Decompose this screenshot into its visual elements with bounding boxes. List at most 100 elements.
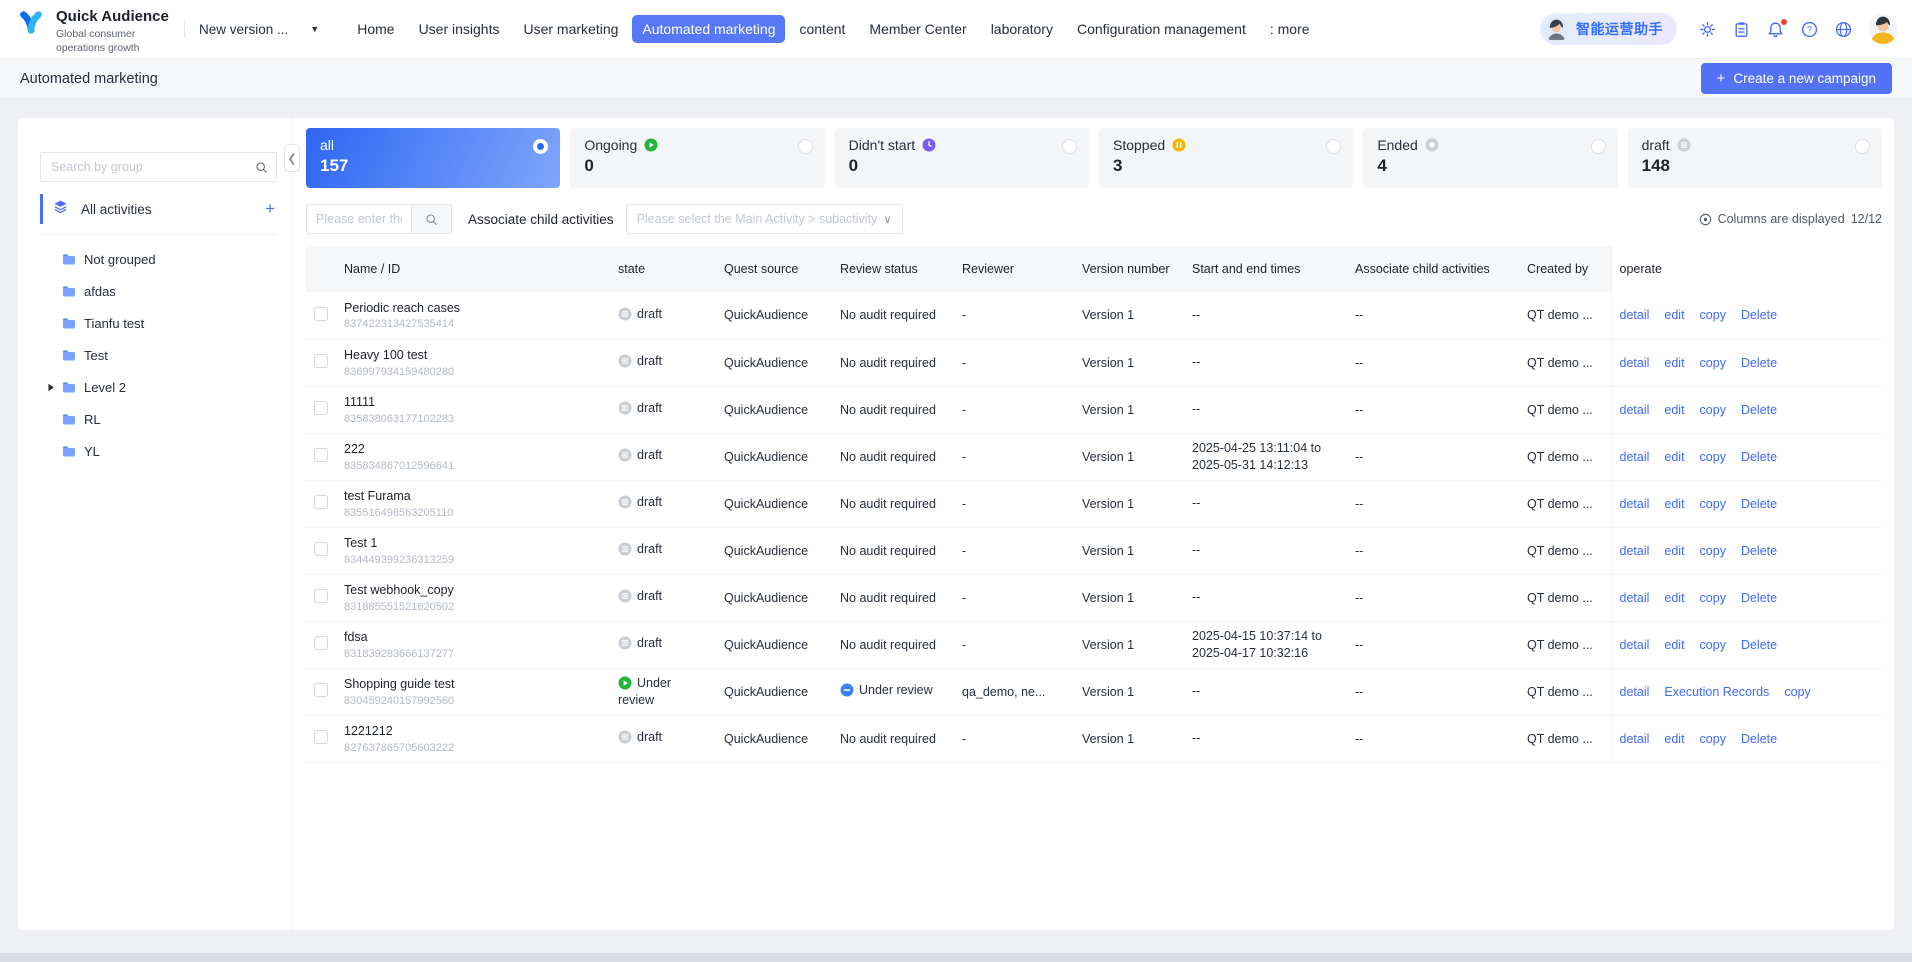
action-edit[interactable]: edit — [1664, 591, 1684, 605]
action-detail[interactable]: detail — [1620, 638, 1650, 652]
action-edit[interactable]: edit — [1664, 732, 1684, 746]
row-checkbox[interactable] — [314, 307, 328, 321]
action-copy[interactable]: copy — [1700, 450, 1726, 464]
group-search-input[interactable] — [51, 160, 255, 174]
nav-content[interactable]: content — [789, 15, 855, 43]
action-copy[interactable]: copy — [1700, 638, 1726, 652]
nav-automated-marketing[interactable]: Automated marketing — [632, 15, 785, 43]
status-card-didn-t-start[interactable]: Didn't start0 — [835, 128, 1089, 188]
action-detail[interactable]: detail — [1620, 308, 1650, 322]
settings-icon[interactable] — [1699, 21, 1716, 38]
status-card-ongoing[interactable]: Ongoing0 — [570, 128, 824, 188]
action-edit[interactable]: edit — [1664, 403, 1684, 417]
create-campaign-button[interactable]: + Create a new campaign — [1701, 63, 1892, 94]
nav-more[interactable]: : more — [1260, 15, 1320, 43]
campaign-name[interactable]: fdsa — [344, 629, 602, 645]
action-detail[interactable]: detail — [1620, 732, 1650, 746]
campaign-name[interactable]: 222 — [344, 441, 602, 457]
campaign-name[interactable]: Test 1 — [344, 535, 602, 551]
notifications-icon[interactable] — [1767, 21, 1784, 38]
version-selector[interactable]: New version ... ▼ — [199, 22, 319, 37]
add-group-button[interactable]: + — [265, 199, 275, 219]
nav-configuration-management[interactable]: Configuration management — [1067, 15, 1256, 43]
status-card-radio[interactable] — [798, 139, 813, 154]
campaign-name[interactable]: 1221212 — [344, 723, 602, 739]
action-detail[interactable]: detail — [1620, 450, 1650, 464]
sidebar-group-rl[interactable]: RL — [62, 403, 277, 435]
campaign-name[interactable]: test Furama — [344, 488, 602, 504]
action-copy[interactable]: copy — [1700, 497, 1726, 511]
row-checkbox[interactable] — [314, 589, 328, 603]
status-card-stopped[interactable]: Stopped3 — [1099, 128, 1353, 188]
sidebar-group-afdas[interactable]: afdas — [62, 275, 277, 307]
action-detail[interactable]: detail — [1620, 403, 1650, 417]
action-edit[interactable]: edit — [1664, 450, 1684, 464]
campaign-name[interactable]: Periodic reach cases — [344, 300, 602, 316]
main-activity-select[interactable]: Please select the Main Activity > subact… — [626, 204, 903, 234]
action-edit[interactable]: edit — [1664, 638, 1684, 652]
nav-member-center[interactable]: Member Center — [859, 15, 976, 43]
action-delete[interactable]: Delete — [1741, 356, 1777, 370]
campaign-name[interactable]: Heavy 100 test — [344, 347, 602, 363]
event-search-input[interactable] — [307, 205, 411, 233]
caret-right-icon[interactable] — [47, 383, 55, 392]
action-execution-records[interactable]: Execution Records — [1664, 685, 1769, 699]
row-checkbox[interactable] — [314, 730, 328, 744]
action-detail[interactable]: detail — [1620, 497, 1650, 511]
ai-assistant-button[interactable]: 智能运营助手 — [1540, 13, 1677, 45]
action-edit[interactable]: edit — [1664, 356, 1684, 370]
action-delete[interactable]: Delete — [1741, 450, 1777, 464]
status-card-radio[interactable] — [1855, 139, 1870, 154]
action-copy[interactable]: copy — [1700, 544, 1726, 558]
sidebar-group-tianfu-test[interactable]: Tianfu test — [62, 307, 277, 339]
action-copy[interactable]: copy — [1700, 732, 1726, 746]
action-edit[interactable]: edit — [1664, 544, 1684, 558]
campaign-name[interactable]: Test webhook_copy — [344, 582, 602, 598]
status-card-draft[interactable]: draft148 — [1628, 128, 1882, 188]
status-card-ended[interactable]: Ended4 — [1363, 128, 1617, 188]
action-delete[interactable]: Delete — [1741, 544, 1777, 558]
user-avatar[interactable] — [1868, 14, 1898, 44]
action-edit[interactable]: edit — [1664, 308, 1684, 322]
help-icon[interactable]: ? — [1801, 21, 1818, 38]
action-delete[interactable]: Delete — [1741, 732, 1777, 746]
action-detail[interactable]: detail — [1620, 685, 1650, 699]
row-checkbox[interactable] — [314, 542, 328, 556]
nav-user-insights[interactable]: User insights — [409, 15, 510, 43]
sidebar-group-test[interactable]: Test — [62, 339, 277, 371]
sidebar-item-all-activities[interactable]: All activities + — [40, 194, 277, 224]
status-card-radio[interactable] — [1591, 139, 1606, 154]
action-detail[interactable]: detail — [1620, 544, 1650, 558]
columns-displayed-control[interactable]: Columns are displayed 12/12 — [1699, 212, 1882, 226]
action-delete[interactable]: Delete — [1741, 497, 1777, 511]
action-detail[interactable]: detail — [1620, 591, 1650, 605]
nav-user-marketing[interactable]: User marketing — [513, 15, 628, 43]
tasks-icon[interactable] — [1733, 21, 1750, 38]
action-copy[interactable]: copy — [1700, 308, 1726, 322]
search-icon[interactable] — [255, 161, 268, 174]
status-card-all[interactable]: all157 — [306, 128, 560, 188]
sidebar-collapse-handle[interactable]: ❮ — [284, 144, 300, 172]
row-checkbox[interactable] — [314, 354, 328, 368]
action-delete[interactable]: Delete — [1741, 308, 1777, 322]
row-checkbox[interactable] — [314, 401, 328, 415]
sidebar-group-level-2[interactable]: Level 2 — [62, 371, 277, 403]
action-detail[interactable]: detail — [1620, 356, 1650, 370]
action-delete[interactable]: Delete — [1741, 591, 1777, 605]
action-delete[interactable]: Delete — [1741, 403, 1777, 417]
action-copy[interactable]: copy — [1700, 356, 1726, 370]
status-card-radio[interactable] — [1062, 139, 1077, 154]
action-copy[interactable]: copy — [1784, 685, 1810, 699]
nav-home[interactable]: Home — [347, 15, 404, 43]
row-checkbox[interactable] — [314, 683, 328, 697]
sidebar-group-not-grouped[interactable]: Not grouped — [62, 243, 277, 275]
nav-laboratory[interactable]: laboratory — [981, 15, 1063, 43]
event-search-button[interactable] — [411, 205, 451, 233]
action-edit[interactable]: edit — [1664, 497, 1684, 511]
row-checkbox[interactable] — [314, 448, 328, 462]
campaign-name[interactable]: 11111 — [344, 394, 602, 410]
campaign-name[interactable]: Shopping guide test — [344, 676, 602, 692]
action-copy[interactable]: copy — [1700, 403, 1726, 417]
action-delete[interactable]: Delete — [1741, 638, 1777, 652]
sidebar-group-yl[interactable]: YL — [62, 435, 277, 467]
